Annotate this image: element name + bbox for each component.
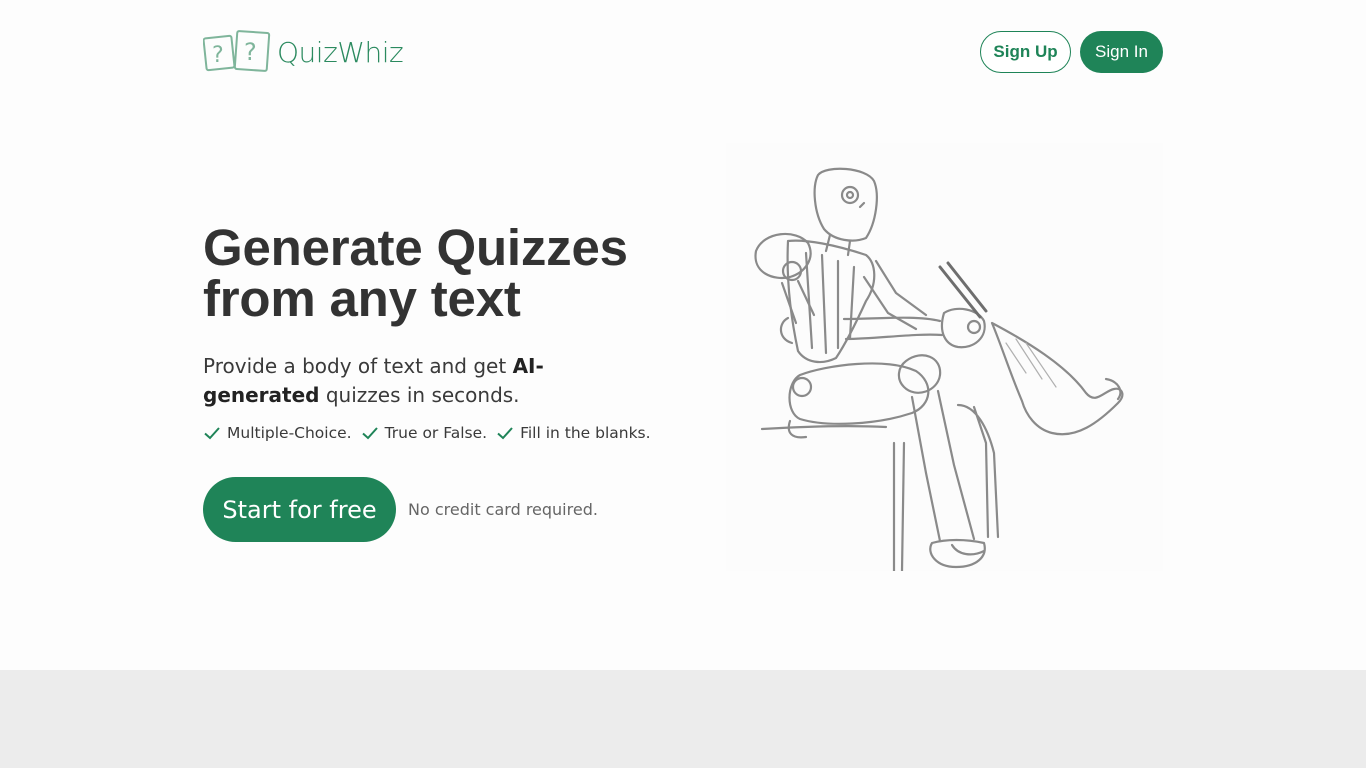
feature-item: Fill in the blanks. [496,424,651,442]
subtitle-text: Provide a body of text and get [203,354,513,378]
feature-item: Multiple-Choice. [203,424,352,442]
brand-name: QuizWhiz [277,35,404,69]
hero-subtitle: Provide a body of text and get AI-genera… [203,352,643,410]
robot-sketch-image [754,167,1124,573]
start-for-free-button[interactable]: Start for free [203,477,396,542]
feature-label: True or False. [384,424,488,442]
feature-label: Multiple-Choice. [227,424,352,442]
hero-content: Generate Quizzes from any text Provide a… [203,222,683,442]
footer-band [0,670,1366,768]
no-credit-card-note: No credit card required. [408,500,598,519]
hero-title: Generate Quizzes from any text [203,222,683,324]
logo[interactable]: ? ? QuizWhiz [203,28,404,76]
question-cards-icon: ? ? [203,30,271,72]
subtitle-text-end: quizzes in seconds. [319,383,520,407]
sign-in-button[interactable]: Sign In [1080,31,1163,73]
check-icon [361,427,378,440]
hero-title-line1: Generate Quizzes [203,219,628,276]
svg-text:?: ? [212,43,224,68]
cta-row: Start for free No credit card required. [203,477,598,542]
feature-label: Fill in the blanks. [520,424,651,442]
sign-up-button[interactable]: Sign Up [980,31,1071,73]
robot-illustration [726,143,1163,573]
svg-text:?: ? [244,38,257,66]
check-icon [204,427,220,440]
feature-list: Multiple-Choice. True or False. Fill in … [203,424,683,442]
feature-item: True or False. [361,424,487,442]
site-header: ? ? QuizWhiz Sign Up Sign In [203,28,1163,76]
check-icon [497,427,513,440]
hero-title-line2: from any text [203,270,521,327]
